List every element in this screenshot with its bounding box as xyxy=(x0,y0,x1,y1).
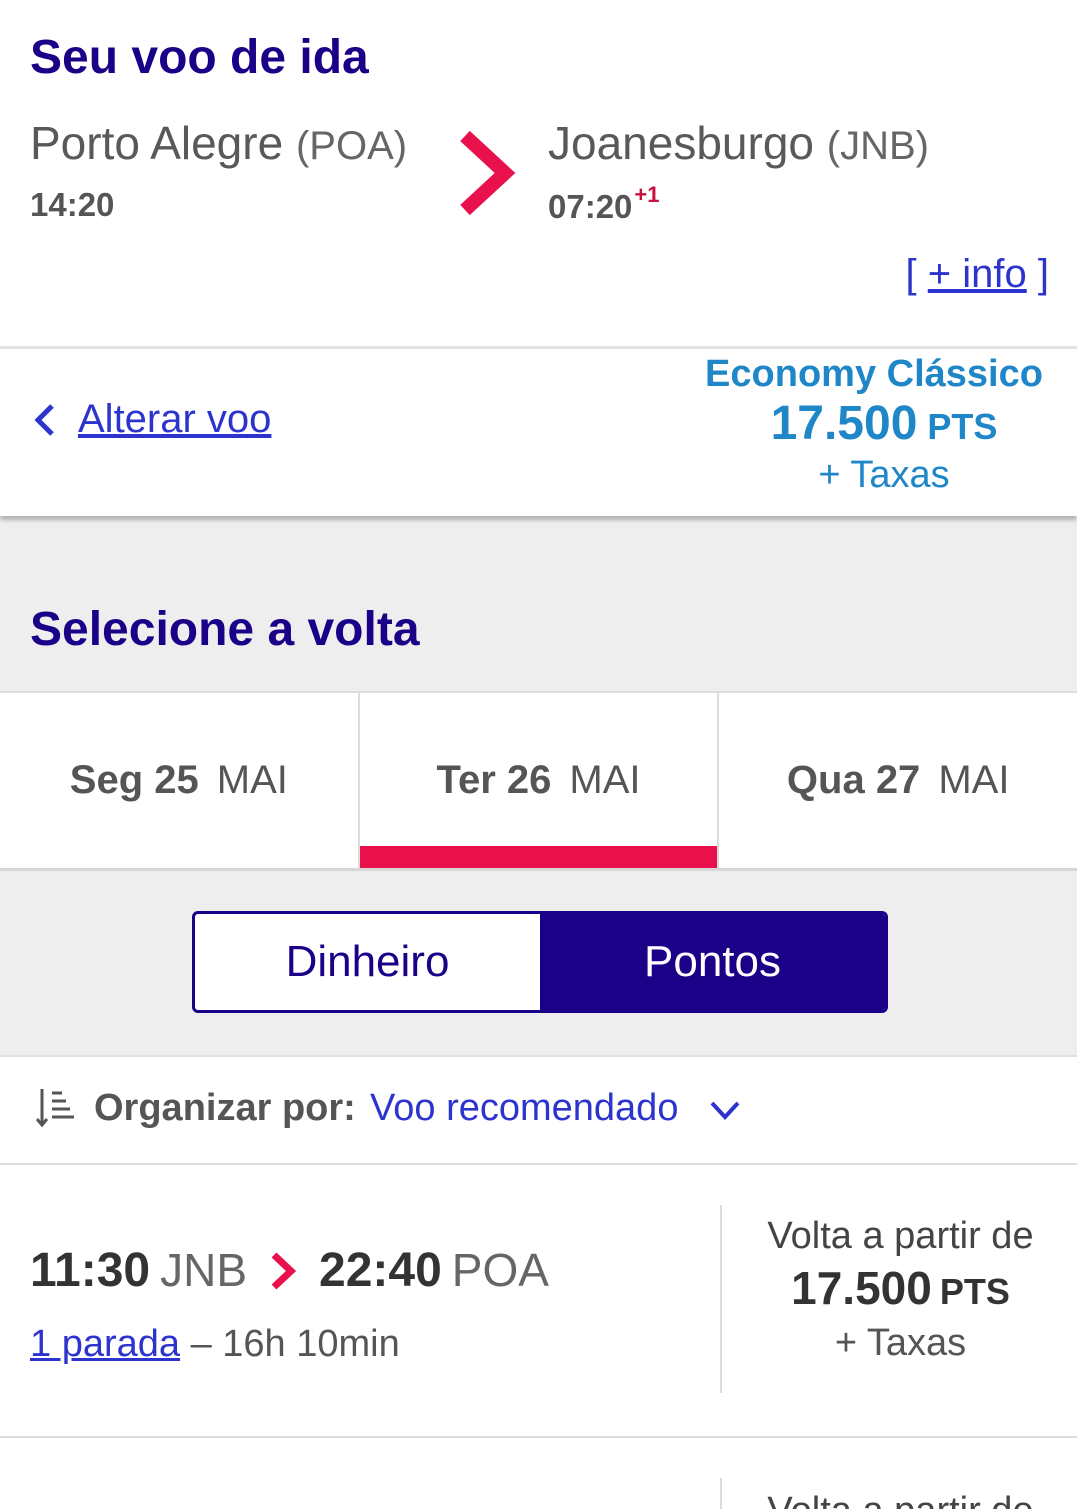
price-taxes: + Taxas xyxy=(834,1322,967,1364)
selected-fare: Economy Clássico 17.500 PTS + Taxas xyxy=(705,353,1049,496)
origin-code: (POA) xyxy=(295,124,408,168)
chevron-right-icon xyxy=(271,1251,297,1290)
chevron-left-icon xyxy=(34,403,54,436)
price-points: 17.500 PTS xyxy=(724,1258,1077,1322)
sort-dropdown[interactable]: Voo recomendado xyxy=(370,1087,678,1130)
stops-link[interactable]: 1 parada xyxy=(30,1323,180,1365)
return-title: Selecione a volta xyxy=(30,603,420,656)
origin-city-name: Porto Alegre xyxy=(30,117,284,169)
destination-city: Joanesburgo (JNB) xyxy=(548,116,929,170)
payment-toggle-area: Dinheiro Pontos xyxy=(0,871,1077,1057)
destination-code: (JNB) xyxy=(826,124,929,168)
date-tab-ter-26[interactable]: Ter 26 MAI xyxy=(357,693,718,868)
fare-name: Economy Clássico xyxy=(705,353,1043,395)
flight-times: 11:30 JNB 22:40 POA xyxy=(30,1243,549,1298)
fare-taxes: + Taxas xyxy=(818,454,950,496)
date-tab-month: MAI xyxy=(938,758,1010,802)
change-flight-link[interactable]: Alterar voo xyxy=(30,397,271,442)
flight-stops: 1 parada – 16h 10min xyxy=(30,1323,400,1366)
date-tabs: Seg 25 MAI Ter 26 MAI Qua 27 MAI xyxy=(0,691,1077,871)
flight-price[interactable]: Volta a partir de 17.500 PTS + Taxas xyxy=(724,1215,1077,1365)
change-flight-label: Alterar voo xyxy=(78,397,272,441)
sort-label: Organizar por: xyxy=(94,1087,356,1129)
divider xyxy=(720,1205,722,1393)
more-info-link[interactable]: [ + info ] xyxy=(906,252,1049,297)
chevron-down-icon[interactable] xyxy=(708,1093,742,1127)
origin-time: 14:20 xyxy=(30,186,115,223)
price-points-unit: PTS xyxy=(939,1271,1010,1312)
sort-bar: Organizar por: Voo recomendado xyxy=(0,1057,1077,1165)
arrive-code: POA xyxy=(451,1244,549,1296)
outbound-title: Seu voo de ida xyxy=(30,31,369,84)
destination-time: 07:20+1 xyxy=(548,182,660,226)
date-tab-day: Ter 26 xyxy=(436,758,552,802)
fare-points-value: 17.500 xyxy=(770,397,918,450)
date-tab-day: Qua 27 xyxy=(786,758,921,802)
date-tab-month: MAI xyxy=(216,758,288,802)
price-points-value: 17.500 xyxy=(791,1262,932,1314)
chevron-right-icon xyxy=(460,130,516,216)
arrive-time: 22:40 xyxy=(319,1244,442,1297)
selected-fare-card: Alterar voo Economy Clássico 17.500 PTS +… xyxy=(0,346,1077,516)
fare-points: 17.500 PTS xyxy=(719,396,1049,455)
money-toggle-button[interactable]: Dinheiro xyxy=(195,914,540,1010)
date-tab-seg-25[interactable]: Seg 25 MAI xyxy=(0,693,358,868)
flight-result-row[interactable]: 11:30 JNB 22:40 POA 1 parada – 16h 10min… xyxy=(0,1165,1077,1438)
date-tab-month: MAI xyxy=(569,758,641,802)
destination-time-value: 07:20 xyxy=(548,188,633,225)
more-info-label: + info xyxy=(927,252,1027,296)
date-tab-qua-27[interactable]: Qua 27 MAI xyxy=(717,693,1077,868)
flight-result-row[interactable]: Volta a partir de xyxy=(0,1438,1077,1509)
outbound-flight-summary: Seu voo de ida Porto Alegre (POA) 14:20 … xyxy=(0,0,1077,346)
more-info-bracket-close: ] xyxy=(1037,252,1049,296)
divider xyxy=(720,1478,722,1509)
date-tab-day: Seg 25 xyxy=(69,758,199,802)
sort-icon xyxy=(36,1089,74,1128)
payment-toggle: Dinheiro Pontos xyxy=(192,911,888,1013)
flight-duration: – 16h 10min xyxy=(190,1323,400,1365)
day-offset-badge: +1 xyxy=(634,182,660,207)
depart-code: JNB xyxy=(160,1244,248,1296)
return-header: Selecione a volta xyxy=(0,516,1077,691)
destination-city-name: Joanesburgo xyxy=(548,117,814,169)
fare-points-unit: PTS xyxy=(927,406,998,447)
points-toggle-button[interactable]: Pontos xyxy=(540,914,885,1010)
price-from-label: Volta a partir de xyxy=(724,1490,1077,1509)
price-from-label: Volta a partir de xyxy=(767,1215,1034,1257)
depart-time: 11:30 xyxy=(30,1244,151,1297)
origin-city: Porto Alegre (POA) xyxy=(30,116,407,170)
more-info-bracket-open: [ xyxy=(905,252,917,296)
